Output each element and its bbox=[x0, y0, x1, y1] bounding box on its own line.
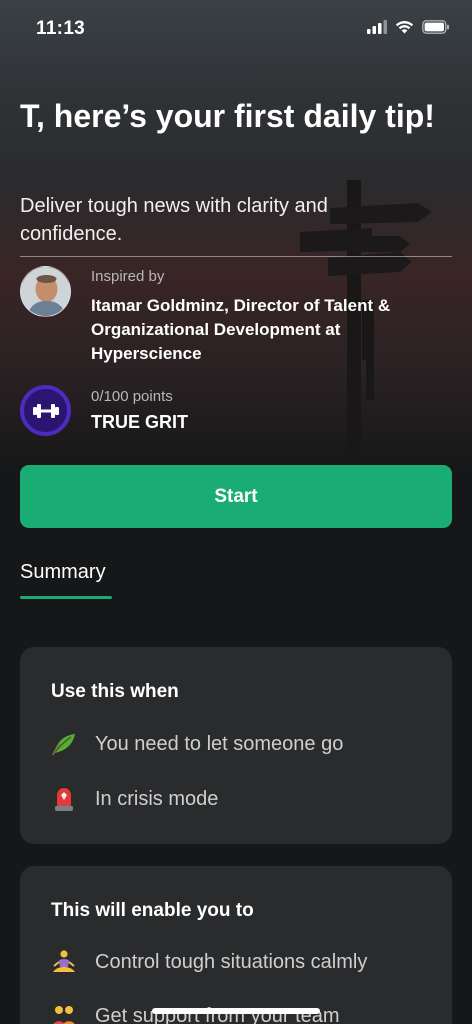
list-item-label: You need to let someone go bbox=[95, 732, 344, 755]
battery-icon bbox=[422, 20, 449, 34]
card-title: This will enable you to bbox=[51, 900, 254, 921]
tip-subtitle: Deliver tough news with clarity and conf… bbox=[20, 195, 328, 245]
leaf-icon bbox=[51, 731, 77, 757]
avatar bbox=[20, 266, 71, 317]
badge-name: TRUE GRIT bbox=[91, 412, 188, 432]
enable-card: This will enable you to Control tough si… bbox=[20, 866, 452, 1024]
status-icons bbox=[367, 20, 450, 34]
status-bar: 11:13 bbox=[0, 0, 472, 58]
tab-summary[interactable]: Summary bbox=[20, 561, 106, 584]
people-icon bbox=[51, 1003, 77, 1024]
tab-active-indicator bbox=[20, 596, 112, 599]
start-button[interactable]: Start bbox=[20, 465, 452, 528]
dumbbell-icon bbox=[32, 403, 59, 418]
siren-icon bbox=[51, 786, 77, 812]
use-this-when-card: Use this when You need to let someone go… bbox=[20, 647, 452, 844]
inspired-by-label: Inspired by bbox=[91, 268, 165, 285]
status-time: 11:13 bbox=[36, 18, 86, 39]
page-title: T, here’s your first daily tip! bbox=[20, 98, 435, 134]
cellular-signal-icon bbox=[367, 20, 387, 34]
card-title: Use this when bbox=[51, 681, 179, 702]
list-item: Control tough situations calmly bbox=[51, 949, 367, 975]
list-item: You need to let someone go bbox=[51, 731, 343, 757]
divider bbox=[20, 256, 452, 257]
author-name: Itamar Goldminz, Director of Talent & Or… bbox=[91, 296, 391, 363]
wifi-icon bbox=[395, 21, 414, 34]
person-photo-icon bbox=[21, 267, 70, 316]
list-item-label: In crisis mode bbox=[95, 787, 219, 810]
list-item-label: Control tough situations calmly bbox=[95, 950, 368, 973]
meditation-icon bbox=[51, 949, 77, 975]
badge-icon-wrapper bbox=[20, 385, 71, 436]
points-label: 0/100 points bbox=[91, 388, 173, 405]
list-item: In crisis mode bbox=[51, 786, 218, 812]
home-indicator[interactable] bbox=[152, 1008, 320, 1014]
